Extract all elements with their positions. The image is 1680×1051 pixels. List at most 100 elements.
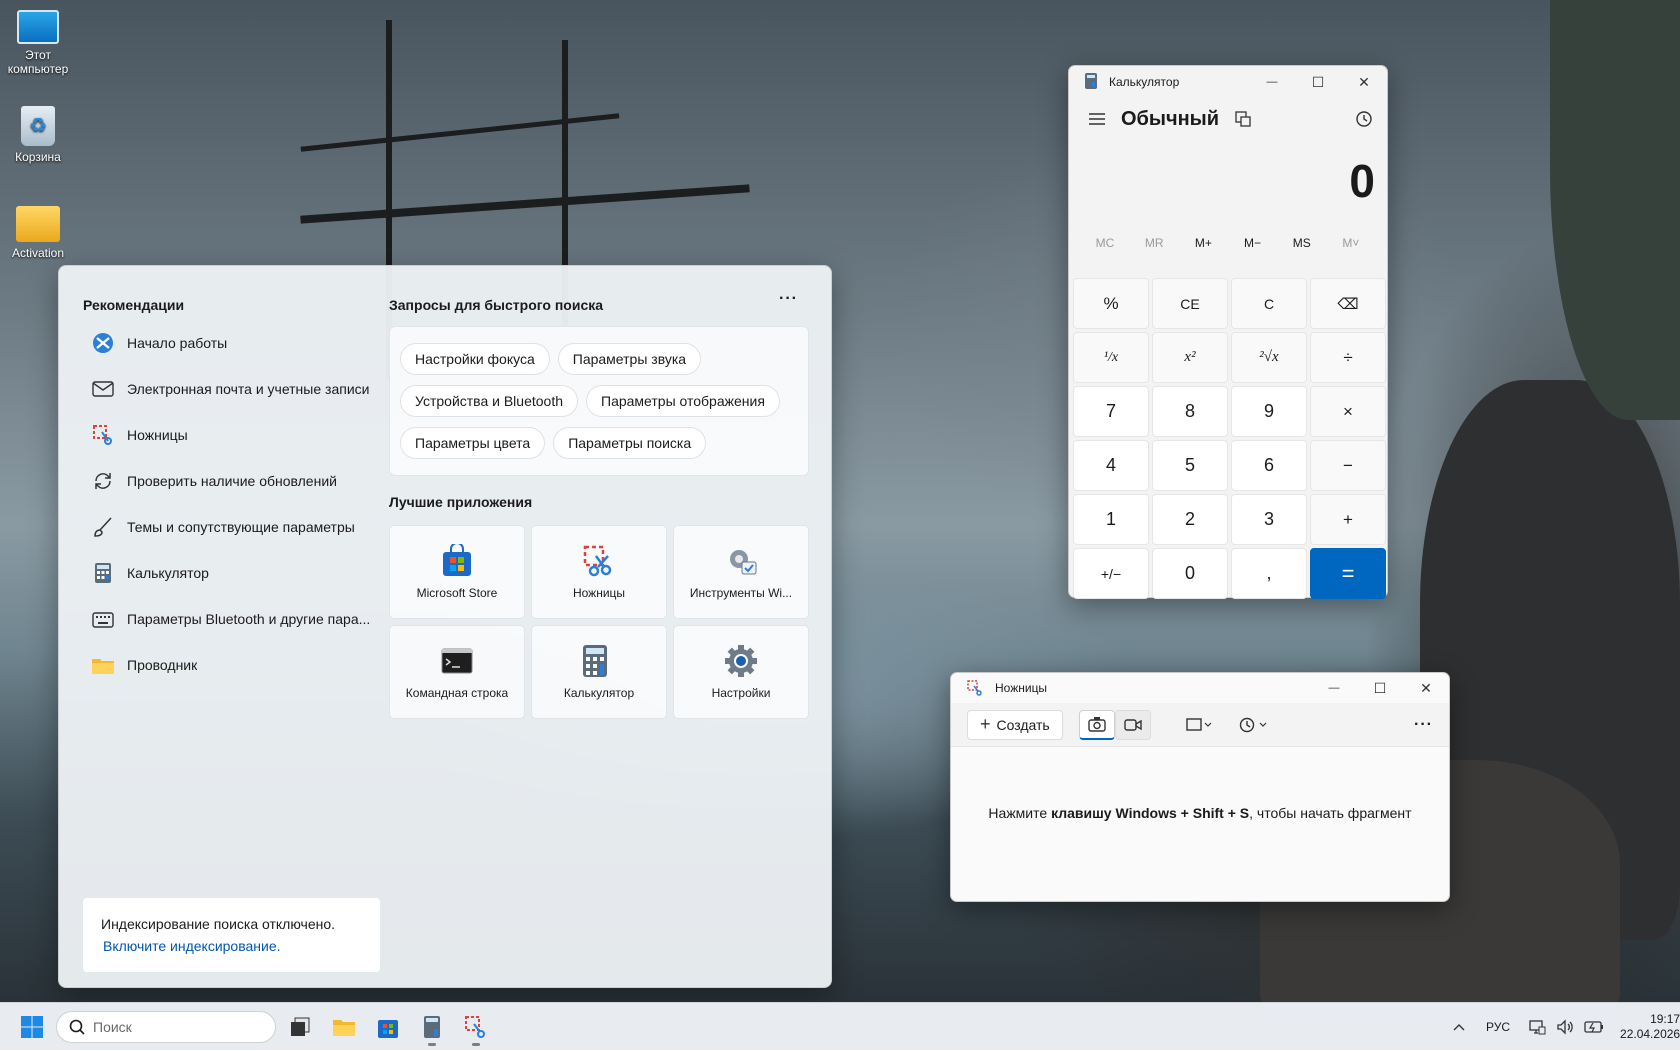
maximize-button[interactable]: ☐ <box>1357 673 1403 703</box>
video-mode-button[interactable] <box>1114 709 1151 740</box>
digit-0-key[interactable]: 0 <box>1152 548 1228 599</box>
calculator-titlebar[interactable]: Калькулятор — ☐ ✕ <box>1069 66 1387 98</box>
negate-key[interactable]: +/− <box>1073 548 1149 599</box>
taskbar-snipping[interactable] <box>456 1007 496 1047</box>
camera-icon <box>1088 716 1106 732</box>
reciprocal-key[interactable]: ¹/x <box>1073 332 1149 383</box>
start-button[interactable] <box>12 1007 52 1047</box>
keep-on-top-icon[interactable] <box>1235 111 1251 127</box>
app-tile-command-prompt[interactable]: Командная строка <box>389 625 525 719</box>
enable-indexing-link[interactable]: Включите индексирование. <box>103 938 362 954</box>
taskbar-explorer[interactable] <box>324 1007 364 1047</box>
rec-item-updates[interactable]: Проверить наличие обновлений <box>87 458 427 504</box>
clear-entry-key[interactable]: CE <box>1152 278 1228 329</box>
network-icon[interactable] <box>1528 1019 1546 1035</box>
task-view-icon <box>290 1017 310 1037</box>
minimize-button[interactable]: — <box>1249 66 1295 98</box>
decimal-key[interactable]: , <box>1231 548 1307 599</box>
desktop-icon-recycle-bin[interactable]: ♻ Корзина <box>0 106 78 164</box>
chevron-up-icon[interactable] <box>1444 1023 1474 1031</box>
digit-7-key[interactable]: 7 <box>1073 386 1149 437</box>
battery-icon[interactable] <box>1584 1021 1604 1033</box>
memory-list-button[interactable]: M˅ <box>1329 236 1373 250</box>
language-indicator[interactable]: РУС <box>1486 1020 1510 1034</box>
app-tile-settings[interactable]: Настройки <box>673 625 809 719</box>
chip-devices-bluetooth[interactable]: Устройства и Bluetooth <box>400 385 578 417</box>
windows-logo-icon <box>20 1015 44 1039</box>
add-key[interactable]: + <box>1310 494 1386 545</box>
recommendations-heading: Рекомендации <box>83 297 185 313</box>
chip-focus-settings[interactable]: Настройки фокуса <box>400 343 550 375</box>
desktop-icon-this-pc[interactable]: Этот компьютер <box>0 10 78 76</box>
more-options-button[interactable]: ··· <box>779 290 798 308</box>
snipping-titlebar[interactable]: Ножницы — ☐ ✕ <box>951 673 1449 703</box>
digit-9-key[interactable]: 9 <box>1231 386 1307 437</box>
more-options-button[interactable]: ··· <box>1414 710 1433 740</box>
chip-color-settings[interactable]: Параметры цвета <box>400 427 546 459</box>
close-button[interactable]: ✕ <box>1403 673 1449 703</box>
square-key[interactable]: x² <box>1152 332 1228 383</box>
app-tile-microsoft-store[interactable]: Microsoft Store <box>389 525 525 619</box>
memory-recall-button[interactable]: MR <box>1132 236 1176 250</box>
equals-key[interactable]: = <box>1310 548 1386 599</box>
app-tile-snipping[interactable]: Ножницы <box>531 525 667 619</box>
rec-item-explorer[interactable]: Проводник <box>87 642 427 688</box>
memory-clear-button[interactable]: MC <box>1083 236 1127 250</box>
snipping-app-icon <box>967 680 983 696</box>
digit-8-key[interactable]: 8 <box>1152 386 1228 437</box>
memory-add-button[interactable]: M+ <box>1181 236 1225 250</box>
rec-item-get-started[interactable]: Начало работы <box>87 320 427 366</box>
taskbar-search-box[interactable]: Поиск <box>56 1011 276 1043</box>
snip-shape-dropdown[interactable] <box>1179 710 1219 740</box>
calculator-title: Калькулятор <box>1109 75 1180 89</box>
clear-key[interactable]: C <box>1231 278 1307 329</box>
maximize-button[interactable]: ☐ <box>1295 66 1341 98</box>
chip-search-settings[interactable]: Параметры поиска <box>553 427 707 459</box>
digit-1-key[interactable]: 1 <box>1073 494 1149 545</box>
app-tile-calculator[interactable]: Калькулятор <box>531 625 667 719</box>
rec-item-mail-accounts[interactable]: Электронная почта и учетные записи <box>87 366 427 412</box>
delay-dropdown[interactable] <box>1233 710 1273 740</box>
calculator-keypad: % CE C ⌫ ¹/x x² ²√x ÷ 7 8 9 × 4 5 6 − 1 … <box>1073 278 1386 599</box>
volume-icon[interactable] <box>1556 1019 1574 1035</box>
clock[interactable]: 19:17 22.04.2026 <box>1620 1012 1680 1042</box>
task-view-button[interactable] <box>280 1007 320 1047</box>
sync-icon <box>91 469 115 493</box>
history-icon[interactable] <box>1355 110 1373 128</box>
memory-subtract-button[interactable]: M− <box>1231 236 1275 250</box>
memory-store-button[interactable]: MS <box>1280 236 1324 250</box>
percent-key[interactable]: % <box>1073 278 1149 329</box>
digit-5-key[interactable]: 5 <box>1152 440 1228 491</box>
rec-item-label: Электронная почта и учетные записи <box>127 381 370 397</box>
rec-item-bluetooth[interactable]: Параметры Bluetooth и другие пара... <box>87 596 427 642</box>
digit-6-key[interactable]: 6 <box>1231 440 1307 491</box>
subtract-key[interactable]: − <box>1310 440 1386 491</box>
taskbar-store[interactable] <box>368 1007 408 1047</box>
hamburger-menu-icon[interactable] <box>1079 101 1115 137</box>
digit-2-key[interactable]: 2 <box>1152 494 1228 545</box>
multiply-key[interactable]: × <box>1310 386 1386 437</box>
chip-display-settings[interactable]: Параметры отображения <box>586 385 780 417</box>
backspace-key[interactable]: ⌫ <box>1310 278 1386 329</box>
desktop-icon-activation[interactable]: Activation <box>0 206 78 260</box>
calculator-header: Обычный <box>1069 98 1387 140</box>
rec-item-snipping[interactable]: Ножницы <box>87 412 427 458</box>
screenshot-mode-button[interactable] <box>1078 709 1115 740</box>
taskbar-calculator[interactable] <box>412 1007 452 1047</box>
desktop-icon-label: Корзина <box>15 150 61 164</box>
chip-sound-settings[interactable]: Параметры звука <box>557 343 702 375</box>
square-root-key[interactable]: ²√x <box>1231 332 1307 383</box>
close-button[interactable]: ✕ <box>1341 66 1387 98</box>
minimize-button[interactable]: — <box>1311 673 1357 703</box>
rec-item-themes[interactable]: Темы и сопутствующие параметры <box>87 504 427 550</box>
clock-date: 22.04.2026 <box>1620 1027 1680 1041</box>
rec-item-calculator[interactable]: Калькулятор <box>87 550 427 596</box>
digit-4-key[interactable]: 4 <box>1073 440 1149 491</box>
app-tile-windows-tools[interactable]: Инструменты Wi... <box>673 525 809 619</box>
digit-3-key[interactable]: 3 <box>1231 494 1307 545</box>
new-snip-button[interactable]: + Создать <box>967 709 1063 740</box>
divide-key[interactable]: ÷ <box>1310 332 1386 383</box>
memory-row: MC MR M+ M− MS M˅ <box>1069 228 1387 258</box>
calculator-icon <box>423 1015 441 1039</box>
running-indicator <box>428 1043 436 1046</box>
